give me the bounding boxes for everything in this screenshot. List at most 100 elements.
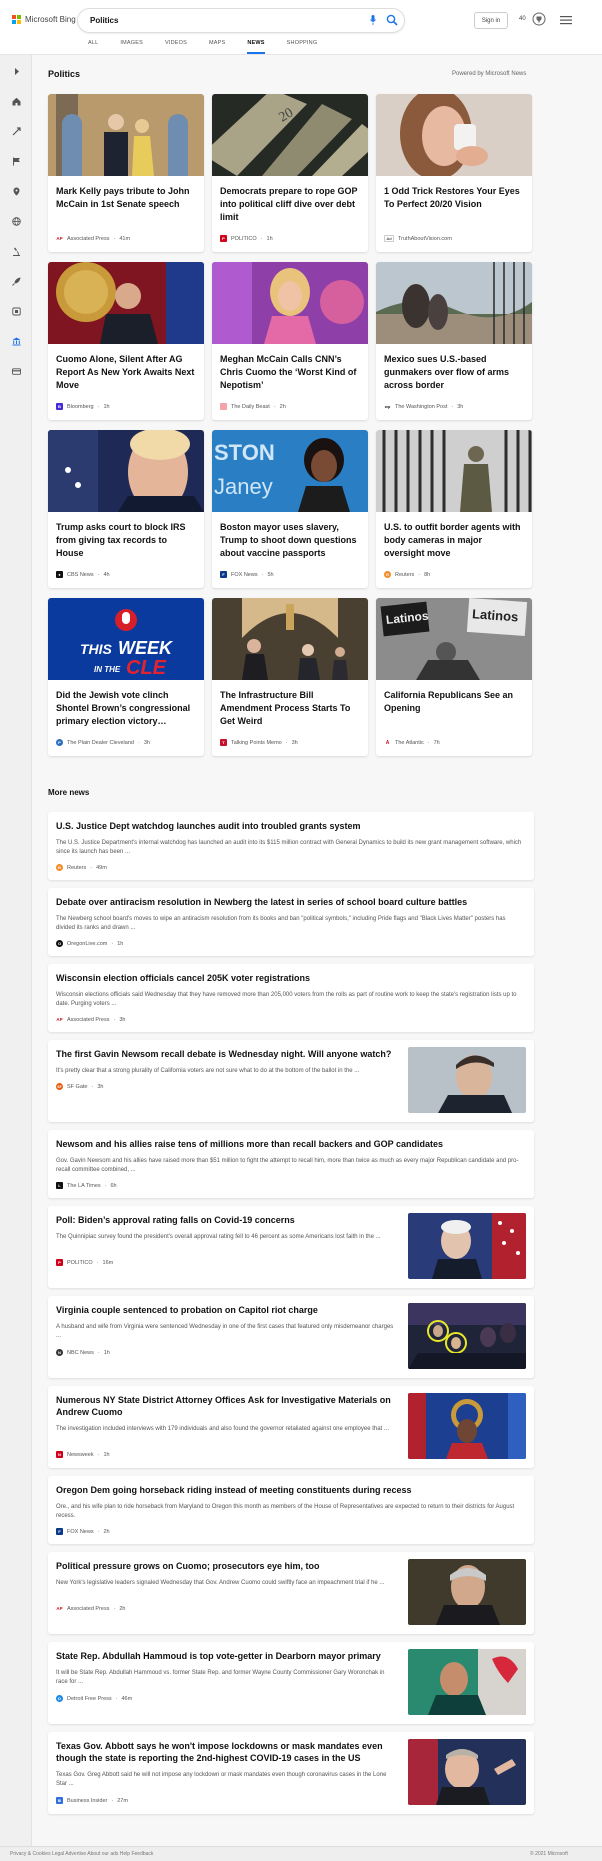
sidebar-item-entertainment[interactable] (8, 303, 24, 319)
more-news-item[interactable]: Wisconsin election officials cancel 205K… (48, 964, 534, 1032)
dot-separator: · (115, 1695, 118, 1702)
sidebar-item-technology[interactable] (8, 273, 24, 289)
card-title[interactable]: Trump asks court to block IRS from givin… (56, 521, 196, 560)
card-title[interactable]: 1 Odd Trick Restores Your Eyes To Perfec… (384, 185, 524, 211)
sidebar-item-science[interactable] (8, 243, 24, 259)
item-title[interactable]: Numerous NY State District Attorney Offi… (56, 1394, 396, 1418)
card-title[interactable]: The Infrastructure Bill Amendment Proces… (220, 689, 360, 728)
more-news-item[interactable]: State Rep. Abdullah Hammoud is top vote-… (48, 1642, 534, 1724)
bing-logo[interactable]: Microsoft Bing (12, 15, 76, 24)
globe-icon (11, 216, 21, 226)
sidebar-expand-button[interactable] (8, 63, 24, 79)
microphone-icon[interactable] (370, 15, 376, 25)
dot-separator: · (96, 1259, 99, 1266)
publish-time: 1h (117, 940, 124, 947)
sidebar-item-politics[interactable] (8, 333, 24, 349)
tab-videos[interactable]: VIDEOS (165, 40, 187, 54)
news-card[interactable]: Cuomo Alone, Silent After AG Report As N… (48, 262, 204, 420)
article-thumbnail (408, 1559, 526, 1625)
more-news-item[interactable]: Texas Gov. Abbott says he won't impose l… (48, 1732, 534, 1814)
item-title[interactable]: The first Gavin Newsom recall debate is … (56, 1048, 396, 1060)
article-thumbnail (408, 1393, 526, 1459)
rewards-trophy-icon[interactable] (532, 12, 546, 26)
publish-time: 46m (121, 1695, 133, 1702)
more-news-item[interactable]: Oregon Dem going horseback riding instea… (48, 1476, 534, 1544)
more-news-item[interactable]: Political pressure grows on Cuomo; prose… (48, 1552, 534, 1634)
sidebar-item-money[interactable] (8, 363, 24, 379)
item-snippet: New York's legislative leaders signaled … (56, 1580, 385, 1586)
more-news-item[interactable]: Virginia couple sentenced to probation o… (48, 1296, 534, 1378)
more-news-item[interactable]: Debate over antiracism resolution in New… (48, 888, 534, 956)
item-source: L The LA Times · 6h (56, 1182, 117, 1189)
card-source: P The Plain Dealer Cleveland · 3h (56, 739, 150, 746)
card-title[interactable]: Mexico sues U.S.-based gunmakers over fl… (384, 353, 524, 392)
item-title[interactable]: Texas Gov. Abbott says he won't impose l… (56, 1740, 396, 1764)
item-title[interactable]: U.S. Justice Dept watchdog launches audi… (56, 820, 526, 832)
item-title[interactable]: Wisconsin election officials cancel 205K… (56, 972, 526, 984)
item-title[interactable]: Virginia couple sentenced to probation o… (56, 1304, 396, 1316)
news-card[interactable]: Mexico sues U.S.-based gunmakers over fl… (376, 262, 532, 420)
publish-time: 2h (279, 403, 286, 410)
svg-text:WEEK: WEEK (118, 638, 174, 658)
news-card[interactable]: 20 Democrats prepare to rope GOP into po… (212, 94, 368, 252)
sidebar-item-for-you[interactable] (8, 123, 24, 139)
more-news-item[interactable]: Newsom and his allies raise tens of mill… (48, 1130, 534, 1198)
source-name: The Washington Post (395, 403, 448, 410)
item-source: D Detroit Free Press · 46m (56, 1695, 132, 1702)
news-card[interactable]: U.S. to outfit border agents with body c… (376, 430, 532, 588)
item-title[interactable]: Political pressure grows on Cuomo; prose… (56, 1560, 396, 1572)
footer-links[interactable]: Privacy & Cookies Legal Advertise About … (10, 1851, 153, 1857)
sidebar-item-home[interactable] (8, 93, 24, 109)
card-title[interactable]: Cuomo Alone, Silent After AG Report As N… (56, 353, 196, 392)
item-title[interactable]: Poll: Biden’s approval rating falls on C… (56, 1214, 396, 1226)
card-icon (11, 367, 21, 375)
source-name: SF Gate (67, 1083, 88, 1090)
news-card[interactable]: Meghan McCain Calls CNN’s Chris Cuomo th… (212, 262, 368, 420)
svg-text:IN THE: IN THE (94, 665, 121, 674)
news-card[interactable]: The Infrastructure Bill Amendment Proces… (212, 598, 368, 756)
card-title[interactable]: U.S. to outfit border agents with body c… (384, 521, 524, 560)
sponsored-card[interactable]: 1 Odd Trick Restores Your Eyes To Perfec… (376, 94, 532, 252)
card-title[interactable]: Democrats prepare to rope GOP into polit… (220, 185, 360, 224)
news-card[interactable]: Mark Kelly pays tribute to John McCain i… (48, 94, 204, 252)
news-card[interactable]: Latinos Latinos California Republicans S… (376, 598, 532, 756)
more-news-item[interactable]: Poll: Biden’s approval rating falls on C… (48, 1206, 534, 1288)
more-news-item[interactable]: The first Gavin Newsom recall debate is … (48, 1040, 534, 1122)
article-thumbnail (408, 1649, 526, 1715)
dot-separator: · (97, 571, 100, 578)
hamburger-menu-icon[interactable] (560, 15, 572, 25)
tab-maps[interactable]: MAPS (209, 40, 225, 54)
news-card[interactable]: THIS WEEK IN THE CLE Did the Jewish vote… (48, 598, 204, 756)
card-title[interactable]: Meghan McCain Calls CNN’s Chris Cuomo th… (220, 353, 360, 392)
sidebar-item-local[interactable] (8, 183, 24, 199)
item-title[interactable]: Debate over antiracism resolution in New… (56, 896, 526, 908)
sidebar-item-us[interactable] (8, 153, 24, 169)
card-title[interactable]: Boston mayor uses slavery, Trump to shoo… (220, 521, 360, 560)
dot-separator: · (451, 403, 454, 410)
tab-shopping[interactable]: SHOPPING (287, 40, 318, 54)
source-logo-icon: N (56, 1451, 63, 1458)
tab-news[interactable]: NEWS (247, 40, 265, 54)
source-logo-icon: BI (56, 1797, 63, 1804)
search-icon[interactable] (386, 14, 398, 26)
tab-all[interactable]: ALL (88, 40, 98, 54)
sidebar-item-world[interactable] (8, 213, 24, 229)
card-title[interactable]: California Republicans See an Opening (384, 689, 524, 715)
item-title[interactable]: State Rep. Abdullah Hammoud is top vote-… (56, 1650, 396, 1662)
item-title[interactable]: Oregon Dem going horseback riding instea… (56, 1484, 526, 1496)
powered-by-label[interactable]: Powered by Microsoft News (452, 71, 526, 77)
news-card[interactable]: Trump asks court to block IRS from givin… (48, 430, 204, 588)
item-title[interactable]: Newsom and his allies raise tens of mill… (56, 1138, 526, 1150)
sign-in-button[interactable]: Sign in (474, 12, 508, 29)
rewards-points[interactable]: 40 (519, 16, 526, 22)
item-snippet: It will be State Rep. Abdullah Hammoud v… (56, 1670, 385, 1685)
news-card[interactable]: STON Janey Boston mayor uses slavery, Tr… (212, 430, 368, 588)
more-news-item[interactable]: U.S. Justice Dept watchdog launches audi… (48, 812, 534, 880)
source-logo-icon: F (220, 571, 227, 578)
card-title[interactable]: Mark Kelly pays tribute to John McCain i… (56, 185, 196, 211)
card-title[interactable]: Did the Jewish vote clinch Shontel Brown… (56, 689, 196, 728)
search-input[interactable] (90, 13, 340, 28)
more-news-item[interactable]: Numerous NY State District Attorney Offi… (48, 1386, 534, 1468)
article-thumbnail (408, 1303, 526, 1369)
tab-images[interactable]: IMAGES (120, 40, 143, 54)
